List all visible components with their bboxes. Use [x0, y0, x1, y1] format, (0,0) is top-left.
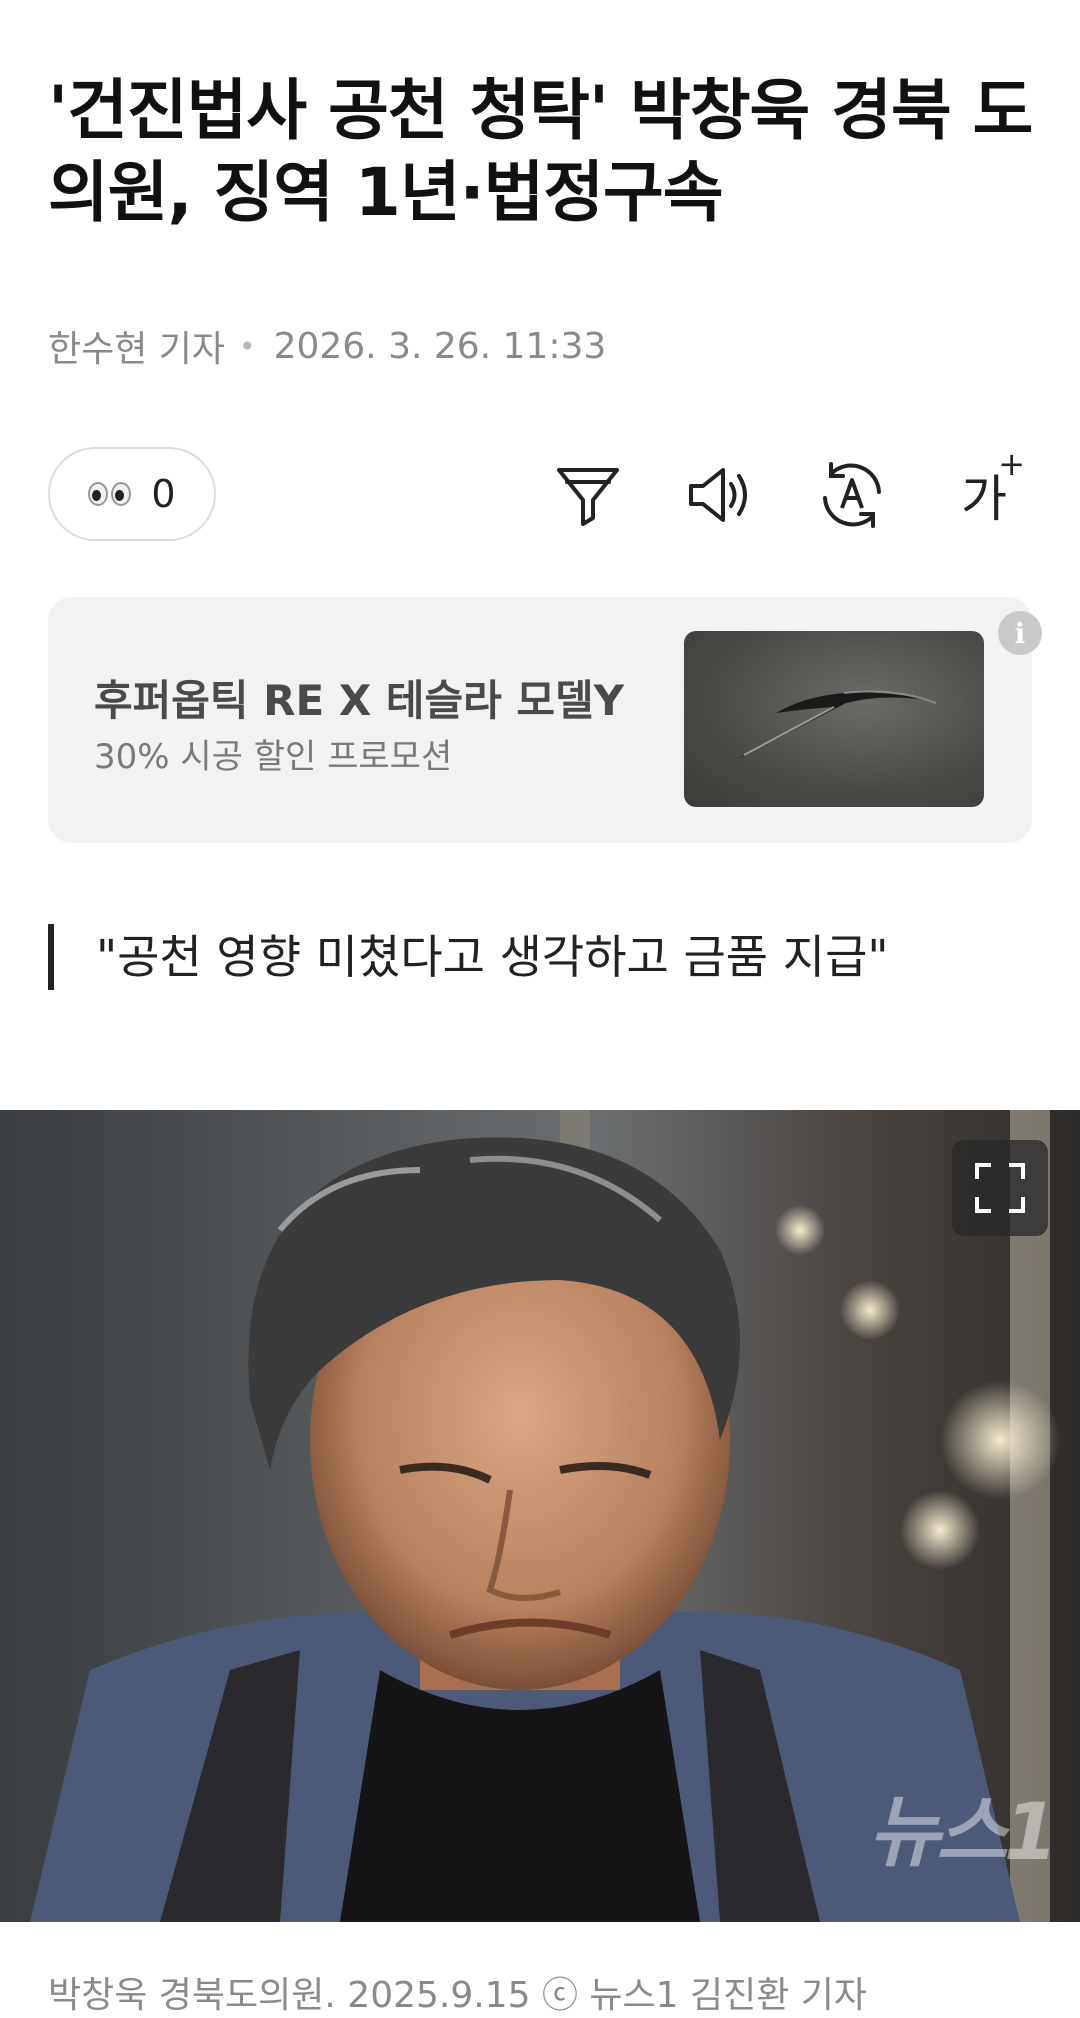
filter-button[interactable] — [548, 455, 628, 535]
ad-info-icon[interactable]: i — [998, 611, 1042, 655]
ad-title: 후퍼옵틱 RE X 테슬라 모델Y — [94, 676, 625, 725]
filter-icon — [557, 468, 619, 526]
ad-subtitle: 30% 시공 할인 프로모션 — [94, 737, 453, 777]
reaction-count: 0 — [151, 472, 176, 516]
speaker-icon — [689, 468, 747, 522]
car-logo-image — [738, 690, 937, 759]
photo-caption: 박창욱 경북도의원. 2025.9.15 ⓒ 뉴스1 김진환 기자 — [48, 1975, 868, 2016]
article-subheadline: "공천 영향 미쳤다고 생각하고 금품 지급" — [48, 924, 889, 990]
font-size-button[interactable]: 가 + — [944, 445, 1025, 535]
ad-banner[interactable]: 후퍼옵틱 RE X 테슬라 모델Y 30% 시공 할인 프로모션 i — [48, 597, 1042, 843]
news-watermark: 뉴스1 — [868, 1788, 1058, 1878]
translate-button[interactable] — [812, 455, 892, 535]
ad-thumbnail — [684, 631, 984, 807]
article-meta: 한수현 기자 • 2026. 3. 26. 11:33 — [48, 320, 606, 372]
reporter-name[interactable]: 한수현 기자 — [48, 320, 225, 372]
publish-date: 2026. 3. 26. 11:33 — [273, 325, 607, 367]
expand-image-button[interactable] — [952, 1140, 1048, 1236]
eyes-emoji-icon — [88, 482, 132, 506]
fullscreen-icon — [975, 1163, 1025, 1213]
meta-separator: • — [239, 329, 256, 363]
article-title: '건진법사 공천 청탁' 박창욱 경북 도의원, 징역 1년·법정구속 — [48, 72, 1033, 231]
listen-button[interactable] — [680, 455, 760, 535]
translate-icon — [823, 462, 881, 528]
article-photo[interactable]: 뉴스1 — [0, 1110, 1080, 1922]
font-size-icon: 가 + — [961, 445, 1025, 528]
reaction-button[interactable]: 0 — [48, 447, 216, 541]
